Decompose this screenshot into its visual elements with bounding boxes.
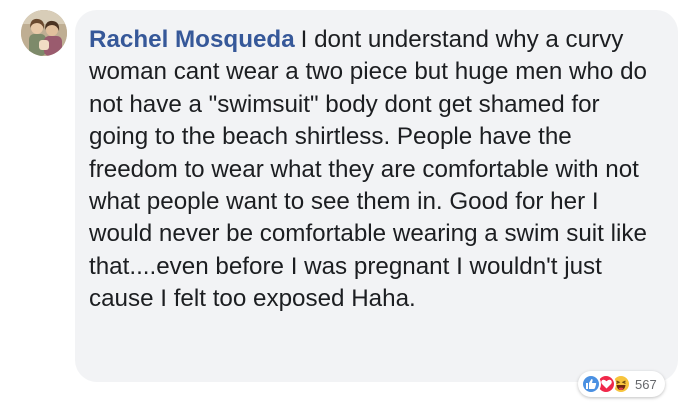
avatar-photo [21,10,67,56]
reactions-summary[interactable]: 567 [578,371,665,397]
reaction-count: 567 [635,376,657,392]
comment-body: I dont understand why a curvy woman cant… [89,26,647,313]
avatar[interactable] [21,10,67,56]
comment: Rachel Mosqueda I dont understand why a c… [0,0,700,410]
like-icon [581,374,601,394]
comment-bubble: Rachel Mosqueda I dont understand why a c… [75,10,678,382]
comment-text: Rachel Mosqueda I dont understand why a c… [89,24,660,316]
author-name[interactable]: Rachel Mosqueda [89,26,295,53]
